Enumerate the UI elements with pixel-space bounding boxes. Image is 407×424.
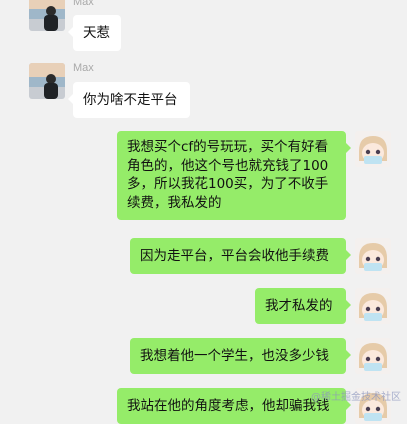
contact-avatar[interactable] [29, 63, 65, 99]
message-text: 因为走平台，平台会收他手续费 [140, 248, 329, 264]
message-bubble-outgoing[interactable]: 我想买个cf的号玩玩，买个有好看角色的，他这个号也就充钱了100多，所以我花10… [117, 131, 351, 220]
message-text: 天惹 [83, 25, 110, 41]
message-bubble-incoming[interactable]: 你为啥不走平台 [68, 82, 190, 118]
my-avatar[interactable] [355, 288, 391, 324]
message-bubble-outgoing[interactable]: 我想着他一个学生，也没多少钱 [130, 338, 351, 374]
message-bubble-outgoing[interactable]: 我才私发的 [255, 288, 351, 324]
message-text: 我想着他一个学生，也没多少钱 [140, 348, 329, 364]
my-avatar[interactable] [355, 131, 391, 167]
message-text: 我想买个cf的号玩玩，买个有好看角色的，他这个号也就充钱了100多，所以我花10… [127, 139, 329, 211]
chat-conversation[interactable]: Max 天惹 Max 你为啥不走平台 我想买个cf的号玩玩，买个有好看角色的，他… [0, 0, 407, 424]
contact-avatar[interactable] [29, 0, 65, 31]
message-bubble-outgoing[interactable]: 因为走平台，平台会收他手续费 [130, 238, 351, 274]
message-text: 你为啥不走平台 [83, 92, 178, 108]
contact-name: Max [73, 0, 94, 8]
my-avatar[interactable] [355, 338, 391, 374]
message-text: 我站在他的角度考虑，他却骗我钱 [127, 398, 330, 414]
message-text: 我才私发的 [265, 298, 333, 314]
my-avatar[interactable] [355, 238, 391, 274]
message-bubble-incoming[interactable]: 天惹 [68, 15, 121, 51]
watermark: @稀土掘金技术社区 [311, 392, 401, 403]
contact-name: Max [73, 62, 94, 74]
